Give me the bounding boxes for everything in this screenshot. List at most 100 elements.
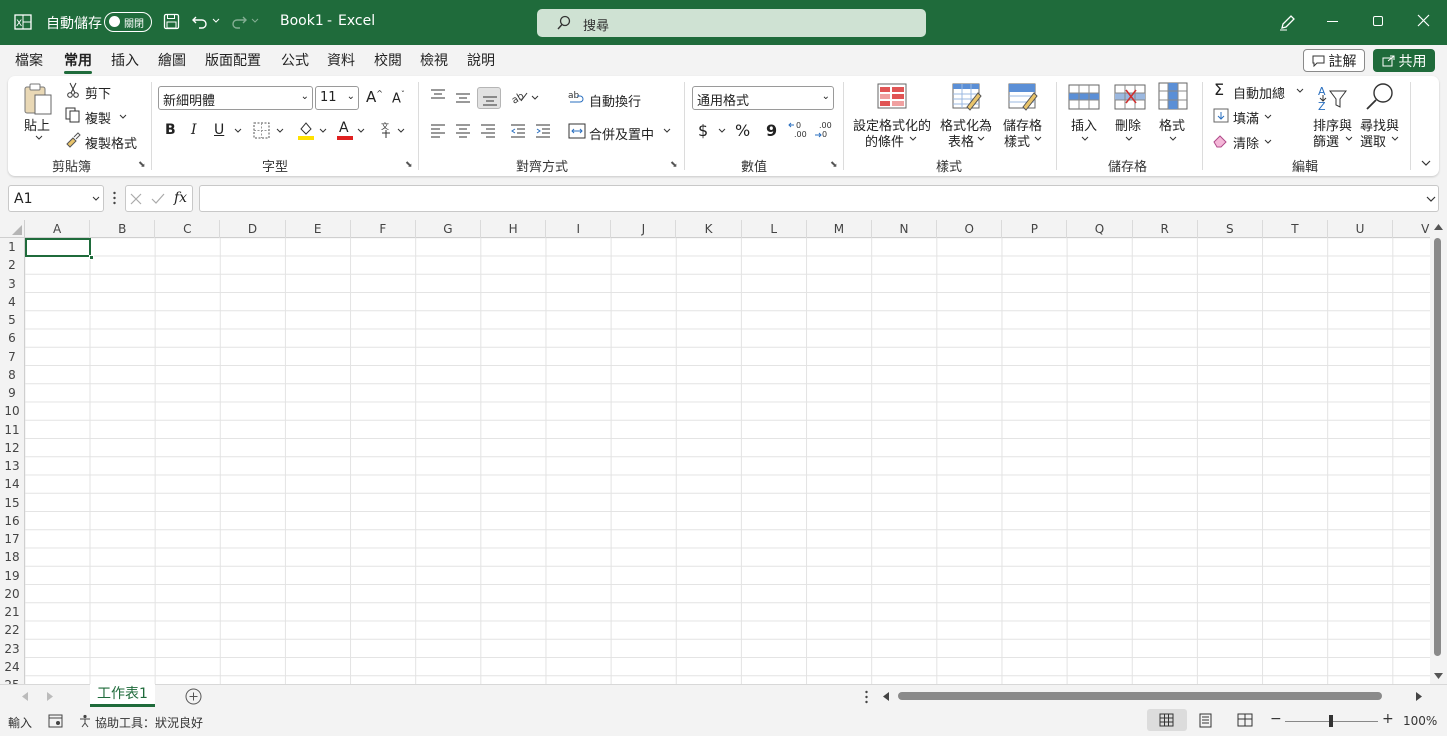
row-header[interactable]: 13 <box>0 457 24 475</box>
font-name-select[interactable]: 新細明體 ⌄ <box>158 86 313 110</box>
autosum-label[interactable]: 自動加總 <box>1233 83 1285 102</box>
column-header[interactable]: E <box>286 220 351 238</box>
zoom-level[interactable]: 100% <box>1403 714 1437 728</box>
chevron-down-icon[interactable] <box>909 136 917 142</box>
chevron-down-icon[interactable] <box>718 128 726 134</box>
redo-button[interactable] <box>230 13 259 29</box>
autosave-toggle[interactable]: 關閉 <box>104 12 152 32</box>
row-header[interactable]: 17 <box>0 530 24 548</box>
align-top-icon[interactable] <box>430 89 446 103</box>
tab-help[interactable]: 說明 <box>467 50 495 70</box>
format-cells-icon[interactable] <box>1158 82 1188 110</box>
bold-button[interactable]: B <box>165 122 176 138</box>
eraser-icon[interactable] <box>1213 134 1229 148</box>
insert-function-button[interactable]: fx <box>174 190 187 206</box>
column-header[interactable]: R <box>1133 220 1198 238</box>
fill-color-icon[interactable] <box>297 120 315 140</box>
font-size-select[interactable]: 11 ⌄ <box>315 86 359 110</box>
page-break-view-icon[interactable] <box>1237 713 1253 728</box>
dialog-launcher-icon[interactable]: ⬊ <box>670 160 678 170</box>
paste-label[interactable]: 貼上 <box>24 115 50 134</box>
chevron-down-icon[interactable] <box>319 128 327 134</box>
format-as-table-label-2[interactable]: 表格 <box>948 131 974 150</box>
column-header[interactable]: U <box>1328 220 1394 238</box>
add-sheet-icon[interactable] <box>185 688 202 705</box>
horizontal-scroll-thumb[interactable] <box>898 692 1382 700</box>
macro-record-icon[interactable] <box>48 714 63 728</box>
delete-cells-label[interactable]: 刪除 <box>1115 115 1141 134</box>
increase-indent-icon[interactable] <box>535 124 551 138</box>
tab-view[interactable]: 檢視 <box>420 50 448 70</box>
close-icon[interactable] <box>1417 14 1430 27</box>
tab-formulas[interactable]: 公式 <box>281 50 309 70</box>
cell-styles-label-2[interactable]: 樣式 <box>1004 131 1030 150</box>
row-header[interactable]: 12 <box>0 439 24 457</box>
format-cells-label[interactable]: 格式 <box>1159 115 1185 134</box>
more-options-icon[interactable] <box>113 191 116 205</box>
column-header[interactable]: C <box>155 220 221 238</box>
chevron-down-icon[interactable] <box>1264 114 1272 120</box>
align-left-icon[interactable] <box>430 124 446 138</box>
chevron-down-icon[interactable] <box>1345 136 1353 142</box>
italic-button[interactable]: I <box>191 122 197 138</box>
column-header[interactable]: T <box>1263 220 1328 238</box>
row-header[interactable]: 1 <box>0 238 24 256</box>
column-header[interactable]: J <box>611 220 677 238</box>
chevron-down-icon[interactable] <box>1081 136 1089 142</box>
align-center-icon[interactable] <box>455 124 471 138</box>
tab-insert[interactable]: 插入 <box>111 50 139 70</box>
row-header[interactable]: 24 <box>0 658 24 676</box>
more-options-icon[interactable] <box>865 690 868 704</box>
column-header[interactable]: Q <box>1067 220 1133 238</box>
row-header[interactable]: 7 <box>0 348 24 366</box>
row-header[interactable]: 5 <box>0 311 24 329</box>
cell-area[interactable] <box>25 238 1430 684</box>
save-icon[interactable] <box>163 13 180 30</box>
page-layout-view-icon[interactable] <box>1198 713 1213 728</box>
row-header[interactable]: 20 <box>0 585 24 603</box>
chevron-down-icon[interactable] <box>35 135 43 141</box>
row-header[interactable]: 2 <box>0 256 24 274</box>
row-header[interactable]: 9 <box>0 384 24 402</box>
percent-button[interactable]: % <box>735 121 750 140</box>
column-header[interactable]: A <box>25 220 91 238</box>
dialog-launcher-icon[interactable]: ⬊ <box>405 160 413 170</box>
tab-home[interactable]: 常用 <box>64 50 92 70</box>
zoom-in-icon[interactable]: + <box>1382 711 1394 727</box>
chevron-down-icon[interactable] <box>977 136 985 142</box>
column-header[interactable]: S <box>1198 220 1263 238</box>
comma-style-button[interactable]: 9 <box>766 121 777 140</box>
row-header[interactable]: 16 <box>0 512 24 530</box>
chevron-down-icon[interactable] <box>1391 136 1399 142</box>
chevron-down-icon[interactable] <box>357 128 365 134</box>
column-header[interactable]: L <box>742 220 807 238</box>
chevron-down-icon[interactable] <box>234 128 242 134</box>
orientation-icon[interactable]: ab <box>510 89 528 105</box>
conditional-formatting-label-2[interactable]: 的條件 <box>865 131 904 150</box>
chevron-down-icon[interactable] <box>663 128 671 134</box>
column-header[interactable]: F <box>351 220 416 238</box>
row-header[interactable]: 21 <box>0 603 24 621</box>
chevron-down-icon[interactable] <box>1034 136 1042 142</box>
currency-button[interactable]: $ <box>698 121 708 140</box>
chevron-down-icon[interactable] <box>397 128 405 134</box>
minimize-icon[interactable] <box>1327 21 1338 22</box>
sort-filter-icon[interactable]: AZ <box>1316 83 1348 113</box>
find-select-icon[interactable] <box>1365 81 1395 111</box>
row-header[interactable]: 14 <box>0 475 24 493</box>
column-header[interactable]: G <box>416 220 482 238</box>
chevron-down-icon[interactable] <box>531 95 539 101</box>
paste-icon[interactable] <box>22 82 54 116</box>
sigma-icon[interactable]: Σ <box>1214 80 1224 99</box>
sort-filter-label-2[interactable]: 篩選 <box>1313 131 1339 150</box>
column-header[interactable]: D <box>220 220 286 238</box>
wrap-text-icon[interactable]: ab <box>568 89 586 105</box>
cell-styles-icon[interactable] <box>1008 83 1038 111</box>
underline-button[interactable]: U <box>214 122 224 138</box>
wrap-text-label[interactable]: 自動換行 <box>589 91 641 110</box>
dialog-launcher-icon[interactable]: ⬊ <box>830 160 838 170</box>
row-header[interactable]: 3 <box>0 275 24 293</box>
tab-data[interactable]: 資料 <box>327 50 355 70</box>
align-right-icon[interactable] <box>480 124 496 138</box>
row-header[interactable]: 19 <box>0 567 24 585</box>
